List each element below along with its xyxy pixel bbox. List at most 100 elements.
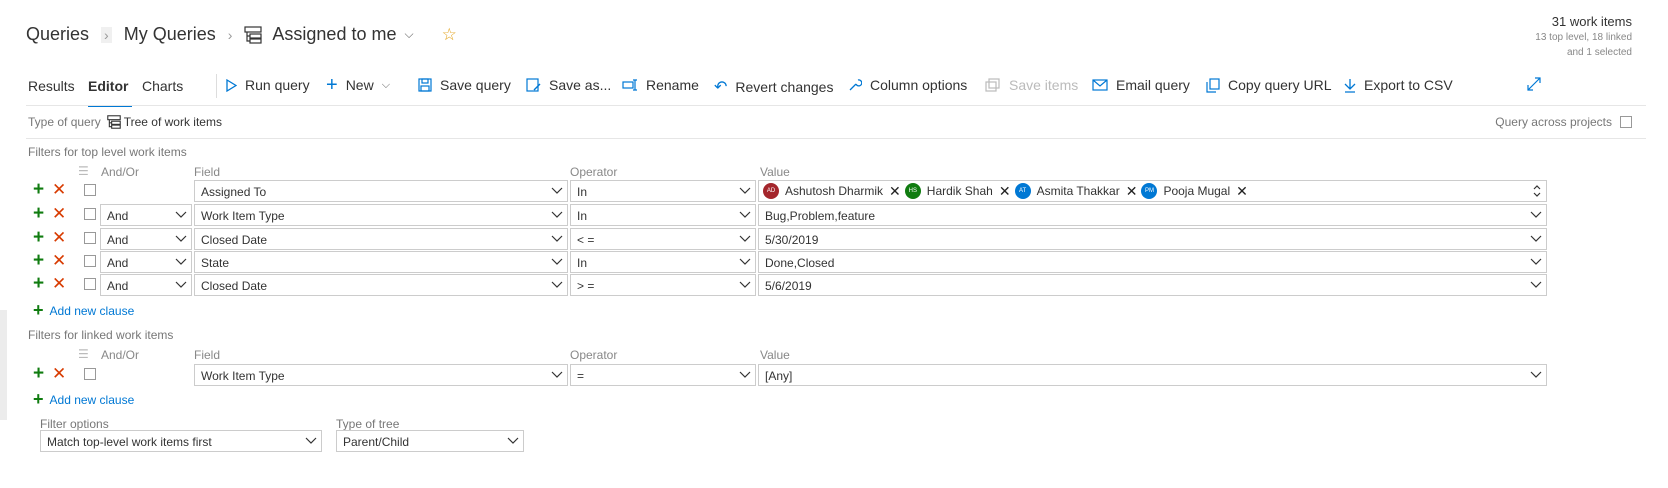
query-type-value[interactable]: Tree of work items	[124, 115, 222, 129]
group-clauses-icon[interactable]: ☰	[78, 164, 89, 178]
rename-button[interactable]: Rename	[622, 77, 699, 93]
query-title[interactable]: Assigned to me	[272, 24, 396, 45]
field-select[interactable]: Closed Date	[194, 228, 568, 250]
operator-select[interactable]: > =	[570, 274, 756, 296]
spinner-icon	[1533, 185, 1541, 197]
chevron-down-icon: ⌵	[381, 78, 391, 91]
clause-value: Done,Closed	[765, 256, 835, 270]
chevron-down-icon[interactable]: ⌵	[404, 27, 413, 42]
run-query-button[interactable]: Run query	[226, 77, 310, 93]
chevron-down-icon	[175, 211, 187, 218]
tab-charts[interactable]: Charts	[142, 78, 183, 94]
tab-results[interactable]: Results	[28, 78, 75, 94]
operator-select[interactable]: In	[570, 180, 756, 202]
save-as-icon	[526, 78, 541, 92]
andor-select[interactable]: And	[100, 251, 192, 273]
chevron-down-icon	[305, 437, 317, 444]
field-value: Assigned To	[201, 185, 267, 199]
remove-clause-icon[interactable]: ✕	[52, 275, 66, 293]
chevron-down-icon	[1530, 211, 1542, 218]
column-options-button[interactable]: Column options	[848, 77, 967, 93]
andor-select[interactable]: And	[100, 274, 192, 296]
field-select[interactable]: Closed Date	[194, 274, 568, 296]
operator-value: > =	[577, 279, 595, 293]
chevron-down-icon	[739, 371, 751, 378]
add-clause-icon[interactable]: +	[33, 204, 44, 223]
query-across-projects[interactable]: Query across projects	[1495, 115, 1632, 129]
divider	[26, 105, 1646, 106]
save-as-button[interactable]: Save as...	[526, 77, 611, 93]
clause-value: Bug,Problem,feature	[765, 209, 876, 223]
filter-options-select[interactable]: Match top-level work items first	[40, 430, 322, 452]
operator-select[interactable]: < =	[570, 228, 756, 250]
add-clause-icon[interactable]: +	[33, 251, 44, 270]
header-operator: Operator	[570, 165, 618, 179]
column-options-label: Column options	[870, 77, 968, 93]
add-new-clause-link[interactable]: + Add new clause	[33, 389, 134, 410]
clause-checkbox[interactable]	[84, 232, 96, 244]
chevron-down-icon	[551, 187, 563, 194]
top-filters-title: Filters for top level work items	[28, 145, 187, 159]
clause-row: + ✕ And Closed Date < = 5/30/2019	[0, 228, 1668, 250]
query-across-projects-label: Query across projects	[1495, 115, 1612, 129]
save-items-button[interactable]: Save items	[985, 77, 1078, 93]
clause-checkbox[interactable]	[84, 255, 96, 267]
andor-select[interactable]: And	[100, 204, 192, 226]
operator-select[interactable]: In	[570, 251, 756, 273]
field-select[interactable]: State	[194, 251, 568, 273]
tree-type-select[interactable]: Parent/Child	[336, 430, 524, 452]
result-summary: 31 work items 13 top level, 18 linked an…	[1535, 14, 1632, 59]
operator-value: In	[577, 256, 588, 270]
clause-value: 5/6/2019	[765, 279, 812, 293]
query-across-projects-checkbox[interactable]	[1620, 116, 1632, 128]
value-select[interactable]: 5/30/2019	[758, 228, 1547, 250]
revert-changes-button[interactable]: ↶ Revert changes	[714, 77, 833, 97]
identity-name: Asmita Thakkar	[1036, 184, 1120, 198]
field-select[interactable]: Work Item Type	[194, 364, 568, 386]
copy-query-url-button[interactable]: Copy query URL	[1206, 77, 1332, 93]
add-new-clause-link[interactable]: + Add new clause	[33, 300, 134, 321]
clause-value: 5/30/2019	[765, 233, 819, 247]
remove-identity-icon[interactable]: ✕	[889, 184, 901, 198]
chevron-down-icon	[739, 211, 751, 218]
andor-select[interactable]: And	[100, 228, 192, 250]
save-query-button[interactable]: Save query	[418, 77, 511, 93]
add-clause-icon[interactable]: +	[33, 228, 44, 247]
email-query-label: Email query	[1116, 77, 1190, 93]
expand-fullscreen-icon[interactable]	[1527, 77, 1549, 91]
identity-name: Pooja Mugal	[1163, 184, 1231, 198]
value-select[interactable]: Done,Closed	[758, 251, 1547, 273]
add-clause-icon[interactable]: +	[33, 364, 44, 383]
remove-clause-icon[interactable]: ✕	[52, 229, 66, 247]
clause-checkbox[interactable]	[84, 208, 96, 220]
assigned-to-identity-picker[interactable]: AD Ashutosh Dharmik ✕ HS Hardik Shah ✕ A…	[758, 180, 1547, 202]
remove-clause-icon[interactable]: ✕	[52, 181, 66, 199]
operator-select[interactable]: In	[570, 204, 756, 226]
remove-clause-icon[interactable]: ✕	[52, 205, 66, 223]
tab-editor[interactable]: Editor	[88, 78, 128, 94]
new-button[interactable]: + New ⌵	[326, 75, 391, 95]
remove-identity-icon[interactable]: ✕	[1126, 184, 1138, 198]
clause-checkbox[interactable]	[84, 184, 96, 196]
remove-identity-icon[interactable]: ✕	[999, 184, 1011, 198]
clause-checkbox[interactable]	[84, 278, 96, 290]
remove-clause-icon[interactable]: ✕	[52, 252, 66, 270]
breadcrumb-queries[interactable]: Queries	[26, 24, 89, 45]
group-clauses-icon[interactable]: ☰	[78, 347, 89, 361]
value-select[interactable]: [Any]	[758, 364, 1547, 386]
export-csv-button[interactable]: Export to CSV	[1344, 77, 1453, 93]
field-value: Work Item Type	[201, 209, 285, 223]
field-select[interactable]: Assigned To	[194, 180, 568, 202]
value-select[interactable]: Bug,Problem,feature	[758, 204, 1547, 226]
add-clause-icon[interactable]: +	[33, 274, 44, 293]
clause-checkbox[interactable]	[84, 368, 96, 380]
breadcrumb-my-queries[interactable]: My Queries	[124, 24, 216, 45]
favorite-star-icon[interactable]: ☆	[442, 25, 457, 45]
remove-identity-icon[interactable]: ✕	[1236, 184, 1248, 198]
value-select[interactable]: 5/6/2019	[758, 274, 1547, 296]
remove-clause-icon[interactable]: ✕	[52, 365, 66, 383]
field-select[interactable]: Work Item Type	[194, 204, 568, 226]
email-query-button[interactable]: Email query	[1092, 77, 1190, 93]
operator-select[interactable]: =	[570, 364, 756, 386]
add-clause-icon[interactable]: +	[33, 180, 44, 199]
